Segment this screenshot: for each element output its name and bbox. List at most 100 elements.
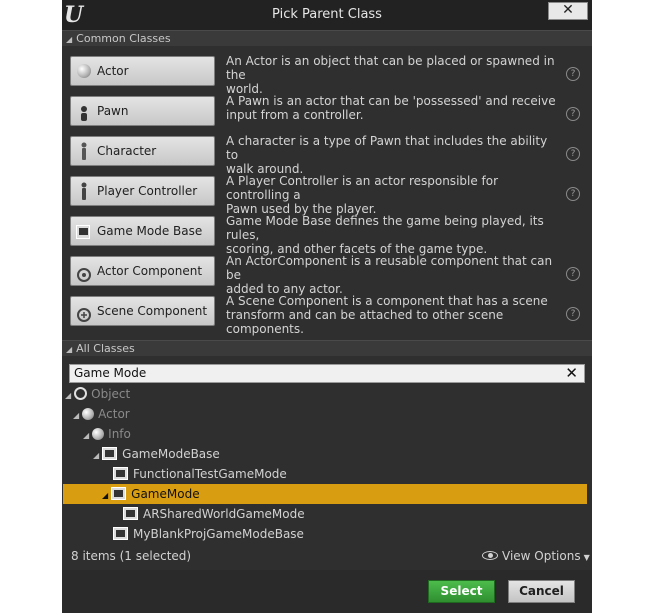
pawn-class-button[interactable]: Pawn <box>70 96 215 126</box>
actor-component-class-label: Actor Component <box>97 264 203 278</box>
common-classes-panel: Actor An Actor is an object that can be … <box>62 47 592 336</box>
character-class-label: Character <box>97 144 157 158</box>
tree-item-info[interactable]: ◢ Info <box>62 424 592 444</box>
scene-component-class-button[interactable]: Scene Component <box>70 296 215 326</box>
close-button[interactable]: ✕ <box>548 2 588 20</box>
tree-item-label: MyBlankProjGameModeBase <box>133 527 304 541</box>
game-mode-icon <box>113 467 128 480</box>
expand-arrow-icon[interactable]: ◢ <box>73 411 79 420</box>
character-class-button[interactable]: Character <box>70 136 215 166</box>
game-mode-icon <box>111 487 127 500</box>
title-bar: U Pick Parent Class ✕ <box>62 0 592 30</box>
tree-item-label: Object <box>91 387 131 401</box>
player-controller-class-description: A Player Controller is an actor responsi… <box>226 174 556 216</box>
tree-item-label: ARSharedWorldGameMode <box>143 507 305 521</box>
game-mode-base-class-button[interactable]: Game Mode Base <box>70 216 215 246</box>
class-search-input[interactable]: Game Mode ✕ <box>69 364 585 383</box>
pawn-class-label: Pawn <box>97 104 129 118</box>
common-class-row-pawn: Pawn A Pawn is an actor that can be 'pos… <box>62 94 592 134</box>
actor-sphere-icon <box>77 64 91 78</box>
player-controller-icon <box>80 182 88 200</box>
class-tree: ◢ Object ◢ Actor ◢ Info ◢ GameModeBase Funct… <box>62 384 592 544</box>
help-icon[interactable]: ? <box>566 307 580 321</box>
collapse-arrow-icon: ◢ <box>66 35 73 44</box>
expand-arrow-icon[interactable]: ◢ <box>65 391 71 400</box>
common-classes-title: Common Classes <box>76 32 171 45</box>
tree-item-arsharedworldgamemode[interactable]: ARSharedWorldGameMode <box>62 504 592 524</box>
help-icon[interactable]: ? <box>566 187 580 201</box>
game-mode-base-class-description: Game Mode Base defines the game being pl… <box>226 214 556 256</box>
tree-item-object[interactable]: ◢ Object <box>62 384 592 404</box>
game-mode-icon <box>123 507 138 520</box>
common-class-row-scene-component: Scene Component A Scene Component is a c… <box>62 294 592 336</box>
actor-class-description: An Actor is an object that can be placed… <box>226 54 556 96</box>
common-classes-header[interactable]: ◢ Common Classes <box>62 30 592 46</box>
help-icon[interactable]: ? <box>566 107 580 121</box>
common-class-row-character: Character A character is a type of Pawn … <box>62 134 592 176</box>
game-mode-icon <box>76 225 90 239</box>
all-classes-header[interactable]: ◢ All Classes <box>62 340 592 356</box>
clear-search-icon[interactable]: ✕ <box>565 365 578 382</box>
all-classes-title: All Classes <box>76 342 135 355</box>
tree-item-label: Info <box>108 427 131 441</box>
character-icon <box>80 142 88 160</box>
description-line: transform and can be attached to other s… <box>226 308 504 336</box>
pawn-class-description: A Pawn is an actor that can be 'possesse… <box>226 94 556 122</box>
tree-item-label: GameModeBase <box>122 447 220 461</box>
player-controller-class-button[interactable]: Player Controller <box>70 176 215 206</box>
scene-component-icon <box>77 304 91 322</box>
tree-item-actor[interactable]: ◢ Actor <box>62 404 592 424</box>
chevron-down-icon: ▼ <box>583 553 590 562</box>
expand-arrow-icon[interactable]: ◢ <box>93 451 99 460</box>
game-mode-base-class-label: Game Mode Base <box>97 224 203 238</box>
common-class-row-player-controller: Player Controller A Player Controller is… <box>62 174 592 216</box>
actor-class-button[interactable]: Actor <box>70 56 215 86</box>
actor-component-class-button[interactable]: Actor Component <box>70 256 215 286</box>
search-value: Game Mode <box>74 366 147 380</box>
description-line: An ActorComponent is a reusable componen… <box>226 254 553 282</box>
help-icon[interactable]: ? <box>566 147 580 161</box>
common-class-row-actor: Actor An Actor is an object that can be … <box>62 54 592 96</box>
scene-component-class-label: Scene Component <box>97 304 208 318</box>
eye-icon <box>482 551 498 560</box>
description-line: A Pawn is an actor that can be 'possesse… <box>226 94 556 108</box>
tree-item-gamemodebase[interactable]: ◢ GameModeBase <box>62 444 592 464</box>
expand-arrow-icon[interactable]: ◢ <box>102 491 108 500</box>
tree-item-functionaltestgamemode[interactable]: FunctionalTestGameMode <box>62 464 592 484</box>
pick-parent-class-dialog: U Pick Parent Class ✕ ◢ Common Classes Ac… <box>62 0 592 613</box>
description-line: An Actor is an object that can be placed… <box>226 54 555 82</box>
expand-arrow-icon[interactable]: ◢ <box>83 431 89 440</box>
tree-item-gamemode[interactable]: ◢ GameMode <box>63 484 587 504</box>
actor-component-icon <box>77 264 91 282</box>
view-options-label: View Options <box>502 549 581 563</box>
dialog-button-bar: Select Cancel <box>62 570 592 613</box>
actor-component-class-description: An ActorComponent is a reusable componen… <box>226 254 556 296</box>
help-icon[interactable]: ? <box>566 267 580 281</box>
cancel-button[interactable]: Cancel <box>508 580 575 603</box>
description-line: Game Mode Base defines the game being pl… <box>226 214 544 242</box>
dialog-title: Pick Parent Class <box>272 7 382 22</box>
tree-item-myblankprojgamemodebase[interactable]: MyBlankProjGameModeBase <box>62 524 592 544</box>
description-line: A character is a type of Pawn that inclu… <box>226 134 548 162</box>
view-options-button[interactable]: View Options ▼ <box>482 549 590 563</box>
actor-class-label: Actor <box>97 64 129 78</box>
scene-component-class-description: A Scene Component is a component that ha… <box>226 294 556 336</box>
tree-item-label: Actor <box>98 407 130 421</box>
common-class-row-actor-component: Actor Component An ActorComponent is a r… <box>62 254 592 296</box>
tree-item-label: GameMode <box>131 487 200 501</box>
common-class-row-game-mode-base: Game Mode Base Game Mode Base defines th… <box>62 214 592 256</box>
info-sphere-icon <box>92 428 105 440</box>
description-line: A Player Controller is an actor responsi… <box>226 174 499 202</box>
item-count: 8 items (1 selected) <box>71 549 192 563</box>
collapse-arrow-icon: ◢ <box>66 345 73 354</box>
game-mode-icon <box>102 447 118 460</box>
player-controller-class-label: Player Controller <box>97 184 198 198</box>
select-button[interactable]: Select <box>428 580 495 603</box>
help-icon[interactable]: ? <box>566 67 580 81</box>
description-line: A Scene Component is a component that ha… <box>226 294 548 308</box>
character-class-description: A character is a type of Pawn that inclu… <box>226 134 556 176</box>
pawn-icon <box>79 103 89 121</box>
description-line: input from a controller. <box>226 108 364 122</box>
tree-item-label: FunctionalTestGameMode <box>133 467 287 481</box>
object-ring-icon <box>74 387 88 400</box>
